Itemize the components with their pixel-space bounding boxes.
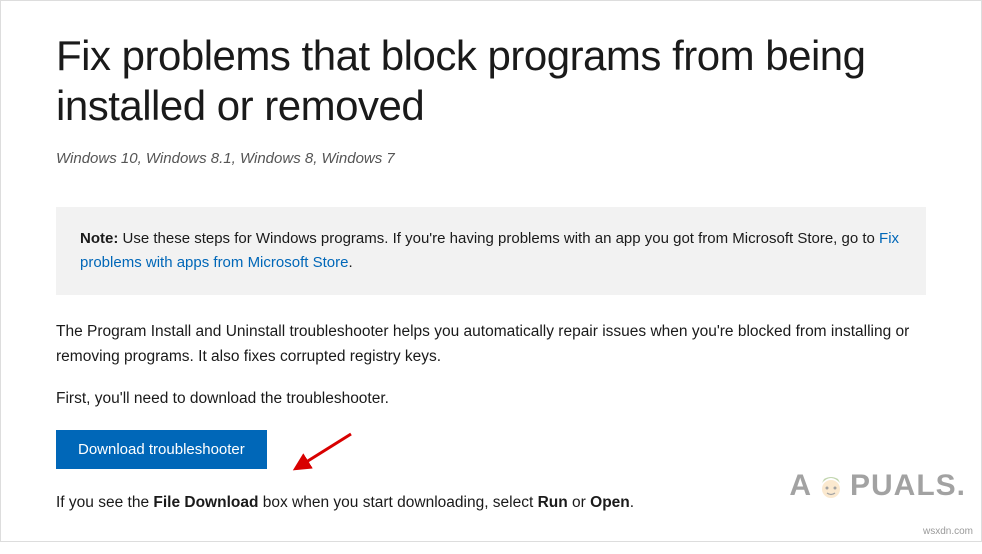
page-title: Fix problems that block programs from be…	[56, 31, 926, 132]
intro-paragraph: The Program Install and Uninstall troubl…	[56, 320, 926, 370]
watermark-letter-a: A	[789, 469, 812, 503]
mascot-icon	[814, 469, 848, 503]
download-troubleshooter-button[interactable]: Download troubleshooter	[56, 430, 267, 469]
watermark-rest: PUALS.	[850, 469, 966, 503]
note-text-before: Use these steps for Windows programs. If…	[118, 230, 879, 247]
download-instruction: First, you'll need to download the troub…	[56, 387, 926, 412]
note-label: Note:	[80, 230, 118, 247]
appuals-watermark: A PUALS.	[789, 469, 966, 503]
applies-to-text: Windows 10, Windows 8.1, Windows 8, Wind…	[56, 150, 926, 167]
footer-watermark-text: wsxdn.com	[923, 526, 973, 537]
note-text-after: .	[348, 254, 352, 271]
note-callout: Note: Use these steps for Windows progra…	[56, 207, 926, 295]
